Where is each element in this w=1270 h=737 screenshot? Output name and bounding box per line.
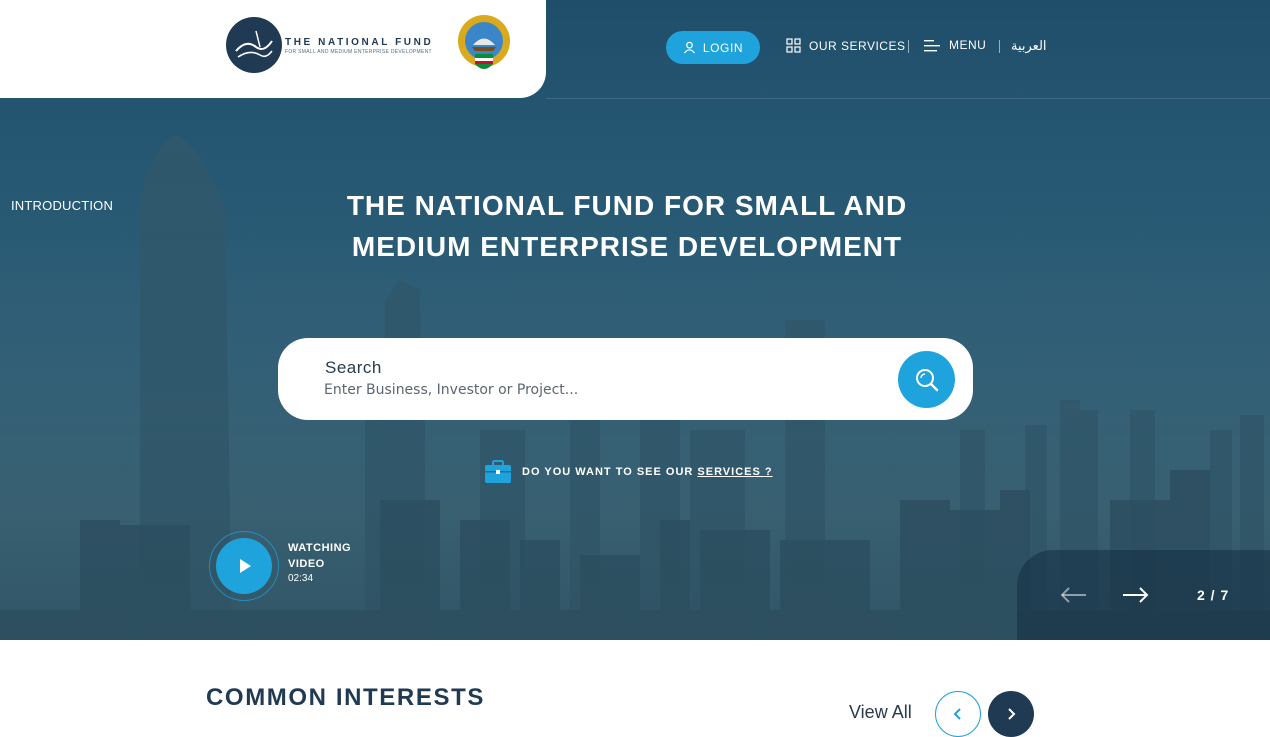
arrow-left-icon <box>1060 587 1086 603</box>
menu-icon <box>924 39 940 51</box>
introduction-label[interactable]: INTRODUCTION <box>11 198 113 213</box>
our-services-label: OUR SERVICES <box>809 38 906 53</box>
interests-prev-button[interactable] <box>935 691 981 737</box>
services-prompt-text: DO YOU WANT TO SEE OUR SERVICES ? <box>522 466 773 478</box>
services-prompt-question: DO YOU WANT TO SEE OUR <box>522 466 698 478</box>
services-link[interactable]: SERVICES ? <box>697 466 772 478</box>
briefcase-icon <box>485 460 511 483</box>
play-icon <box>240 559 251 573</box>
services-prompt[interactable]: DO YOU WANT TO SEE OUR SERVICES ? <box>484 460 773 484</box>
search-icon <box>915 368 938 391</box>
search-box: Search <box>278 338 973 420</box>
search-label: Search <box>325 358 382 377</box>
video-label: WATCHING VIDEO <box>288 542 352 570</box>
common-interests-title: COMMON INTERESTS <box>206 684 485 711</box>
play-video-button[interactable] <box>209 531 279 601</box>
menu-button[interactable]: MENU <box>924 38 986 52</box>
fund-logo-icon <box>226 17 282 73</box>
logo-card[interactable]: THE NATIONAL FUND FOR SMALL AND MEDIUM E… <box>0 0 546 98</box>
view-all-link[interactable]: View All <box>849 702 912 723</box>
language-switch[interactable]: العربية <box>1011 38 1047 54</box>
nav-separator <box>908 40 909 53</box>
search-input[interactable] <box>324 380 824 400</box>
our-services-link[interactable]: OUR SERVICES <box>786 38 905 53</box>
chevron-right-icon <box>1008 708 1016 720</box>
logo-title: THE NATIONAL FUND <box>285 37 434 48</box>
chevron-left-icon <box>953 708 961 720</box>
kuwait-emblem-icon <box>458 15 510 69</box>
grid-icon <box>786 38 801 53</box>
user-icon <box>683 41 695 54</box>
logo-subtitle: FOR SMALL AND MEDIUM ENTERPRISE DEVELOPM… <box>285 49 432 55</box>
arrow-right-icon <box>1123 587 1149 603</box>
menu-label: MENU <box>949 38 987 52</box>
login-button[interactable]: LOGIN <box>666 31 760 64</box>
hero-title: THE NATIONAL FUND FOR SMALL AND MEDIUM E… <box>346 190 908 262</box>
search-button[interactable] <box>898 351 955 408</box>
slider-next-button[interactable] <box>1120 584 1150 606</box>
slide-counter: 2 / 7 <box>1197 587 1230 603</box>
interests-next-button[interactable] <box>988 691 1034 737</box>
login-label: LOGIN <box>702 40 744 55</box>
slider-prev-button[interactable] <box>1059 584 1089 606</box>
video-duration: 02:34 <box>288 573 314 584</box>
header-divider <box>546 98 1270 99</box>
nav-separator <box>999 40 1000 53</box>
